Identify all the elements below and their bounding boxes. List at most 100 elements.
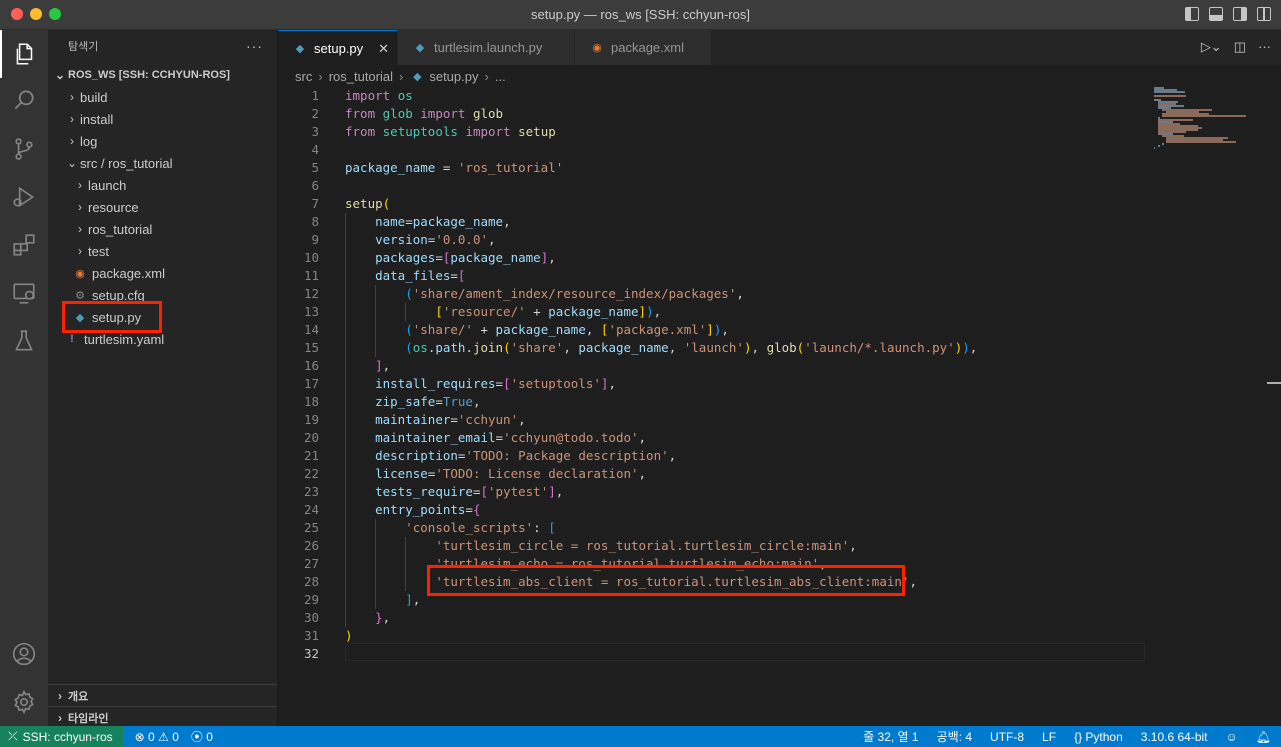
workspace-root[interactable]: ⌄ ROS_WS [SSH: CCHYUN-ROS]	[48, 64, 277, 86]
breadcrumb-item[interactable]: setup.py	[429, 69, 478, 84]
tab-setup-py[interactable]: ◆ setup.py ✕	[278, 30, 398, 65]
tree-item-test[interactable]: › test	[48, 240, 277, 262]
panel-label: 타임라인	[68, 712, 109, 725]
chevron-right-icon: ›	[318, 68, 323, 84]
line-number: 1	[311, 88, 319, 103]
python-interpreter[interactable]: 3.10.6 64-bit	[1141, 730, 1208, 744]
tree-item-src-ros-tutorial[interactable]: ⌄ src / ros_tutorial	[48, 152, 277, 174]
line-number: 26	[303, 538, 319, 553]
source-control-icon[interactable]	[0, 125, 48, 173]
explorer-icon[interactable]	[0, 30, 48, 78]
cursor-position[interactable]: 줄 32, 열 1	[863, 728, 918, 745]
indent-guide	[405, 555, 406, 573]
toggle-primary-sidebar-icon[interactable]	[1185, 7, 1199, 21]
indent-guide	[345, 321, 346, 339]
tree-item-ros-tutorial[interactable]: › ros_tutorial	[48, 218, 277, 240]
line-number: 16	[303, 358, 319, 373]
line-number: 20	[303, 430, 319, 445]
minimap[interactable]	[1154, 87, 1269, 157]
language-mode[interactable]: {} Python	[1074, 730, 1123, 744]
run-python-file-icon[interactable]: ▷⌄	[1201, 39, 1222, 55]
testing-icon[interactable]	[0, 317, 48, 365]
chevron-down-icon: ⌄	[54, 68, 66, 82]
ports-indicator[interactable]: ⦿ 0	[191, 728, 213, 745]
line-number: 31	[303, 628, 319, 643]
code-line: 'console_scripts': [	[405, 520, 556, 535]
encoding[interactable]: UTF-8	[990, 730, 1024, 744]
remote-explorer-icon[interactable]	[0, 269, 48, 317]
indent-guide	[375, 303, 376, 321]
line-number: 12	[303, 286, 319, 301]
search-icon[interactable]	[0, 76, 48, 124]
current-line-highlight	[345, 643, 1145, 661]
manage-gear-icon[interactable]	[0, 678, 48, 726]
indent-guide	[375, 537, 376, 555]
minimap-line	[1154, 147, 1156, 149]
remote-indicator[interactable]: ⤫ SSH: cchyun-ros	[0, 726, 123, 747]
status-bar: ⤫ SSH: cchyun-ros ⊗ 0 ⚠ 0 ⦿ 0 줄 32, 열 1 …	[0, 726, 1281, 747]
tree-item-label: package.xml	[92, 265, 165, 281]
run-debug-icon[interactable]	[0, 173, 48, 221]
line-number: 25	[303, 520, 319, 535]
annotation-highlight-box	[62, 301, 162, 333]
feedback-icon[interactable]: ☺	[1226, 730, 1238, 744]
line-number: 24	[303, 502, 319, 517]
code-line: ],	[405, 592, 421, 607]
account-icon[interactable]	[0, 630, 48, 678]
timeline-panel-header[interactable]: › 타임라인	[48, 706, 277, 728]
tab-label: package.xml	[611, 40, 684, 55]
code-line: tests_require=['pytest'],	[375, 484, 564, 499]
minimap-line	[1162, 115, 1246, 117]
code-line: description='TODO: Package description',	[375, 448, 677, 463]
code-line: version='0.0.0',	[375, 232, 496, 247]
split-editor-icon[interactable]: ◫	[1234, 39, 1246, 55]
indent-guide	[405, 573, 406, 591]
problems-indicator[interactable]: ⊗ 0 ⚠ 0	[135, 730, 179, 744]
tree-item-install[interactable]: › install	[48, 108, 277, 130]
line-number: 21	[303, 448, 319, 463]
close-icon[interactable]: ✕	[378, 41, 389, 57]
line-number: 15	[303, 340, 319, 355]
more-actions-icon[interactable]: ···	[246, 38, 263, 54]
line-number: 10	[303, 250, 319, 265]
customize-layout-icon[interactable]	[1257, 7, 1271, 21]
outline-panel-header[interactable]: › 개요	[48, 684, 277, 706]
tree-item-log[interactable]: › log	[48, 130, 277, 152]
indent-guide	[345, 519, 346, 537]
indentation[interactable]: 공백: 4	[937, 728, 972, 745]
language-label: Python	[1085, 729, 1123, 744]
chevron-right-icon: ›	[58, 688, 62, 703]
code-line: from setuptools import setup	[345, 124, 556, 139]
toggle-panel-icon[interactable]	[1209, 7, 1223, 21]
tree-item-build[interactable]: › build	[48, 86, 277, 108]
window-title: setup.py — ros_ws [SSH: cchyun-ros]	[531, 7, 750, 22]
indent-guide	[345, 267, 346, 285]
line-number: 22	[303, 466, 319, 481]
line-number: 17	[303, 376, 319, 391]
end-of-line[interactable]: LF	[1042, 730, 1056, 744]
indent-guide	[375, 285, 376, 303]
code-line: import os	[345, 88, 413, 103]
more-actions-icon[interactable]: ···	[1258, 39, 1271, 55]
tree-item-launch[interactable]: › launch	[48, 174, 277, 196]
tree-item-label: src / ros_tutorial	[80, 155, 173, 171]
tree-item-package-xml[interactable]: ◉ package.xml	[48, 262, 277, 284]
chevron-right-icon: ›	[78, 200, 82, 214]
code-line: entry_points={	[375, 502, 481, 517]
breadcrumb-item[interactable]: src	[295, 69, 312, 84]
tree-item-label: test	[88, 243, 109, 259]
breadcrumb: src › ros_tutorial › ◆ setup.py › ...	[278, 65, 1281, 87]
tab-turtlesim-launch-py[interactable]: ◆ turtlesim.launch.py	[398, 30, 575, 65]
code-editor[interactable]: 1 2 3 4 5 6 7 8 9 10 11 12 13 14 15 16 17 18 19 20 21 22 23 24 2…	[278, 87, 1281, 726]
error-count: 0	[148, 729, 155, 744]
code-line: package_name = 'ros_tutorial'	[345, 160, 564, 175]
toggle-secondary-sidebar-icon[interactable]	[1233, 7, 1247, 21]
scrollbar-cursor-marker[interactable]	[1267, 382, 1281, 384]
breadcrumb-item[interactable]: ...	[495, 69, 506, 84]
notifications-bell-icon[interactable]: 🔔︎	[1256, 730, 1271, 744]
remote-icon: ⤫	[8, 729, 18, 743]
breadcrumb-item[interactable]: ros_tutorial	[329, 69, 393, 84]
tree-item-resource[interactable]: › resource	[48, 196, 277, 218]
tab-package-xml[interactable]: ◉ package.xml	[575, 30, 712, 65]
extensions-icon[interactable]	[0, 221, 48, 269]
